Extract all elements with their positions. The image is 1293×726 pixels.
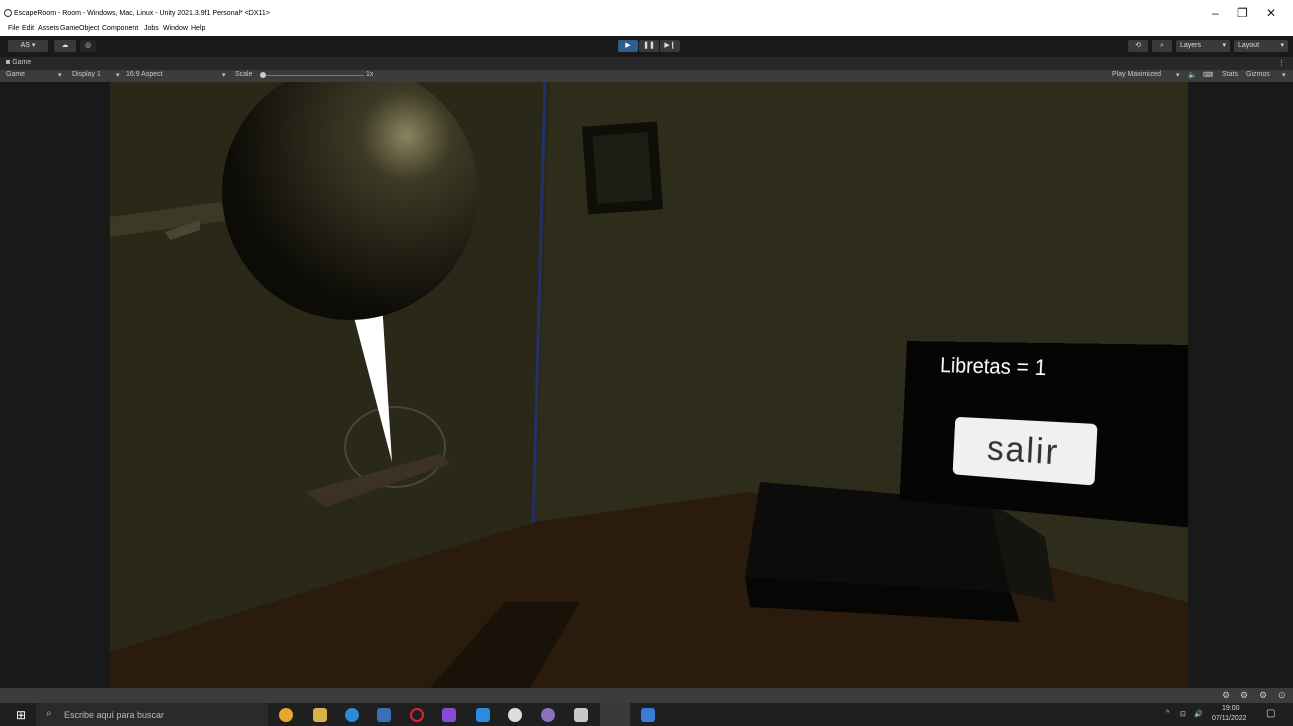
clock-time[interactable]: 19:00 (1222, 705, 1240, 712)
play-mode-dropdown[interactable]: Play Maximized (1112, 71, 1161, 78)
clock-date[interactable]: 07/11/2022 (1212, 715, 1247, 722)
app-icon[interactable] (574, 708, 588, 722)
scale-label: Scale (235, 71, 253, 78)
gamepad-icon: ◙ (6, 59, 11, 66)
unity-hub-icon[interactable] (508, 708, 522, 722)
tab-game[interactable]: ◙ Game (6, 59, 31, 66)
step-button[interactable]: ▶❙ (660, 40, 680, 52)
chevron-down-icon: ▾ (222, 72, 226, 79)
close-button[interactable]: ✕ (1266, 6, 1276, 20)
salir-button[interactable]: salir (952, 416, 1098, 486)
aspect-dropdown[interactable]: 16:9 Aspect (126, 71, 163, 78)
unity-logo-icon (4, 9, 12, 17)
kebab-menu-icon[interactable]: ⋮ (1278, 59, 1285, 67)
chevron-down-icon: ▾ (1282, 72, 1286, 79)
gizmos-button[interactable]: Gizmos (1246, 71, 1270, 78)
picture-canvas (592, 132, 653, 204)
history-button[interactable]: ⟲ (1128, 40, 1148, 52)
chevron-down-icon: ▾ (1176, 72, 1180, 79)
file-explorer-icon[interactable] (313, 708, 327, 722)
network-icon[interactable]: ⊡ (1180, 710, 1186, 718)
chevron-up-icon[interactable]: ^ (1166, 710, 1169, 717)
search-icon: ⌕ (1160, 42, 1164, 49)
volume-icon[interactable]: 🔊 (1194, 710, 1203, 718)
eclipse-icon[interactable] (541, 708, 555, 722)
opera-icon[interactable] (410, 708, 424, 722)
mute-audio-icon[interactable]: 🔈 (1188, 71, 1197, 79)
status-icon-4[interactable]: ⊙ (1278, 690, 1286, 701)
scale-slider-track[interactable] (262, 75, 364, 76)
unity-editor-taskbar-button[interactable] (600, 703, 630, 726)
pause-button[interactable]: ❚❚ (639, 40, 659, 52)
chevron-down-icon: ▾ (58, 72, 62, 79)
game-viewport[interactable]: Libretas = 1 salir (110, 82, 1188, 688)
status-icon-2[interactable]: ⚙ (1240, 690, 1248, 701)
editor-status-bar: ⚙ ⚙ ⚙ ⊙ (0, 688, 1293, 703)
windows-taskbar: ⊞ ⌕ Escribe aquí para buscar ^ ⊡ 🔊 19:00… (0, 703, 1293, 726)
chevron-down-icon: ▾ (1222, 42, 1226, 49)
layers-label: Layers (1180, 42, 1202, 49)
title-bar: EscapeRoom - Room - Windows, Mac, Linux … (0, 0, 1293, 24)
menu-edit[interactable]: Edit (22, 25, 34, 32)
search-icon: ⌕ (46, 708, 52, 719)
document-icon[interactable] (641, 708, 655, 722)
edge-icon[interactable] (345, 708, 359, 722)
history-icon: ⟲ (1135, 42, 1141, 49)
menu-help[interactable]: Help (191, 25, 205, 32)
scale-value: 1x (366, 71, 374, 78)
scale-slider-handle[interactable] (260, 72, 266, 78)
layout-dropdown[interactable]: Layout ▾ (1234, 40, 1288, 52)
tab-game-label: Game (12, 59, 32, 66)
menu-file[interactable]: File (8, 25, 19, 32)
game-options-bar: Game ▾ Display 1 ▾ 16:9 Aspect ▾ Scale 1… (0, 70, 1293, 82)
taskbar-search-box[interactable]: ⌕ Escribe aquí para buscar (36, 703, 268, 726)
chrome-icon[interactable] (279, 708, 293, 722)
notification-icon[interactable]: ▢ (1266, 708, 1275, 719)
menu-component[interactable]: Component (102, 25, 138, 32)
vscode-icon[interactable] (476, 708, 490, 722)
window-title: EscapeRoom - Room - Windows, Mac, Linux … (14, 10, 270, 17)
menu-gameobject[interactable]: GameObject (60, 25, 99, 32)
menu-assets[interactable]: Assets (38, 25, 59, 32)
status-icon-1[interactable]: ⚙ (1222, 690, 1230, 701)
display-dropdown[interactable]: Display 1 (72, 71, 101, 78)
layout-label: Layout (1238, 42, 1260, 49)
menu-window[interactable]: Window (163, 25, 188, 32)
menu-jobs[interactable]: Jobs (144, 25, 159, 32)
maximize-button[interactable]: ❐ (1237, 6, 1248, 20)
in-game-canvas-panel: Libretas = 1 salir (899, 341, 1188, 528)
cloud-icon: ☁ (61, 42, 69, 49)
game-mode-dropdown[interactable]: Game (6, 71, 25, 78)
windows-start-icon[interactable]: ⊞ (16, 708, 26, 722)
chevron-down-icon: ▾ (116, 72, 120, 79)
libretas-counter: Libretas = 1 (939, 352, 1048, 381)
search-button[interactable]: ⌕ (1152, 40, 1172, 52)
search-placeholder: Escribe aquí para buscar (64, 710, 165, 720)
panel-tab-row: ◙ Game ⋮ (0, 57, 1293, 70)
chevron-down-icon: ▾ (1280, 42, 1284, 49)
status-icon-3[interactable]: ⚙ (1259, 690, 1267, 701)
keyboard-icon[interactable]: ⌨ (1203, 71, 1213, 79)
visual-studio-icon[interactable] (442, 708, 456, 722)
editor-toolbar: AS ▾ ☁ ◎ ▶ ❚❚ ▶❙ ⟲ ⌕ Layers ▾ Layout ▾ (0, 36, 1293, 57)
store-icon[interactable] (377, 708, 391, 722)
play-button[interactable]: ▶ (618, 40, 638, 52)
cloud-button[interactable]: ☁ (54, 40, 76, 52)
collab-button[interactable]: ◎ (80, 40, 96, 52)
stats-button[interactable]: Stats (1222, 71, 1238, 78)
layers-dropdown[interactable]: Layers ▾ (1176, 40, 1230, 52)
collab-icon: ◎ (84, 42, 92, 49)
minimize-button[interactable]: – (1212, 6, 1219, 20)
account-dropdown[interactable]: AS ▾ (8, 40, 48, 52)
account-label: AS ▾ (20, 42, 36, 49)
play-controls: ▶ ❚❚ ▶❙ (618, 40, 680, 53)
game-view-area: Libretas = 1 salir (0, 82, 1293, 688)
menu-bar: File Edit Assets GameObject Component Jo… (0, 24, 1293, 36)
